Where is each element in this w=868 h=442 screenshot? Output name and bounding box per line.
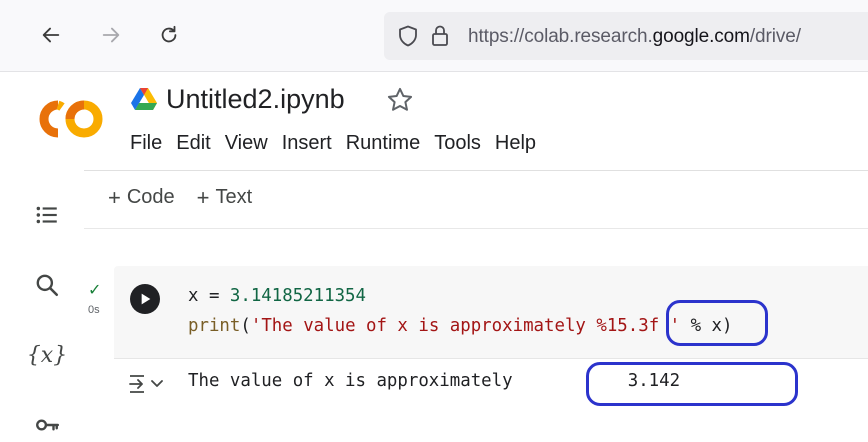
address-bar[interactable]: https://colab.research.google.com/drive/: [384, 12, 868, 60]
menu-runtime[interactable]: Runtime: [339, 130, 427, 157]
secrets-button[interactable]: [30, 408, 64, 442]
url-prefix: https://colab.research.: [468, 26, 653, 47]
browser-toolbar: https://colab.research.google.com/drive/: [0, 0, 868, 72]
menu-view[interactable]: View: [218, 130, 275, 157]
play-icon: [141, 293, 151, 305]
back-button[interactable]: [36, 20, 66, 50]
annotation-formatted-output: [586, 362, 798, 406]
code-function: print: [188, 316, 241, 336]
table-of-contents-button[interactable]: [30, 198, 64, 232]
toolbar-bottom-divider: [84, 228, 868, 229]
variables-icon: {x}: [26, 342, 68, 368]
menu-help[interactable]: Help: [488, 130, 543, 157]
list-icon: [36, 206, 57, 224]
code-line-1[interactable]: x = 3.14185211354: [188, 286, 366, 306]
search-icon: [36, 274, 59, 297]
reload-button[interactable]: [154, 20, 184, 50]
code-paren: (: [240, 316, 251, 336]
plus-icon: +: [108, 184, 121, 210]
star-icon[interactable]: [386, 86, 414, 114]
shield-icon[interactable]: [398, 25, 418, 47]
google-drive-icon[interactable]: [131, 88, 157, 110]
lock-icon[interactable]: [430, 24, 450, 48]
code-variable: x =: [188, 286, 230, 306]
variables-button[interactable]: {x}: [26, 338, 68, 372]
add-text-label: Text: [215, 186, 253, 208]
annotation-format-specifier: [666, 300, 768, 346]
url-text: https://colab.research.google.com/drive/: [468, 26, 801, 48]
execution-time: 0s: [88, 304, 100, 316]
execution-success-icon: ✓: [88, 282, 102, 299]
add-text-button[interactable]: + Text: [189, 184, 261, 211]
code-number: 3.14185211354: [229, 286, 367, 306]
forward-button[interactable]: [96, 20, 126, 50]
code-line-2[interactable]: print('The value of x is approximately %…: [188, 316, 732, 336]
url-domain: google.com: [652, 26, 750, 47]
arrow-left-icon: [42, 27, 60, 43]
output-menu-icon[interactable]: [128, 372, 168, 396]
menu-bar: File Edit View Insert Runtime Tools Help: [123, 130, 543, 157]
key-icon: [36, 419, 60, 431]
menu-file[interactable]: File: [123, 130, 169, 157]
plus-icon: +: [196, 184, 210, 210]
menu-edit[interactable]: Edit: [169, 130, 217, 157]
run-cell-button[interactable]: [130, 284, 160, 314]
menu-insert[interactable]: Insert: [275, 130, 339, 157]
toolbar-divider: [84, 170, 868, 171]
cell-toolbar: + Code + Text: [100, 184, 266, 211]
reload-icon: [161, 25, 177, 43]
menu-tools[interactable]: Tools: [427, 130, 488, 157]
add-code-button[interactable]: + Code: [100, 184, 183, 211]
add-code-label: Code: [126, 186, 175, 208]
url-suffix: /drive/: [749, 26, 801, 47]
notebook-title[interactable]: Untitled2.ipynb: [166, 84, 345, 115]
search-button[interactable]: [30, 268, 64, 302]
arrow-right-icon: [102, 27, 120, 43]
colab-logo-icon[interactable]: [34, 96, 106, 142]
code-string: 'The value of x is approximately %15.3f …: [250, 316, 681, 336]
